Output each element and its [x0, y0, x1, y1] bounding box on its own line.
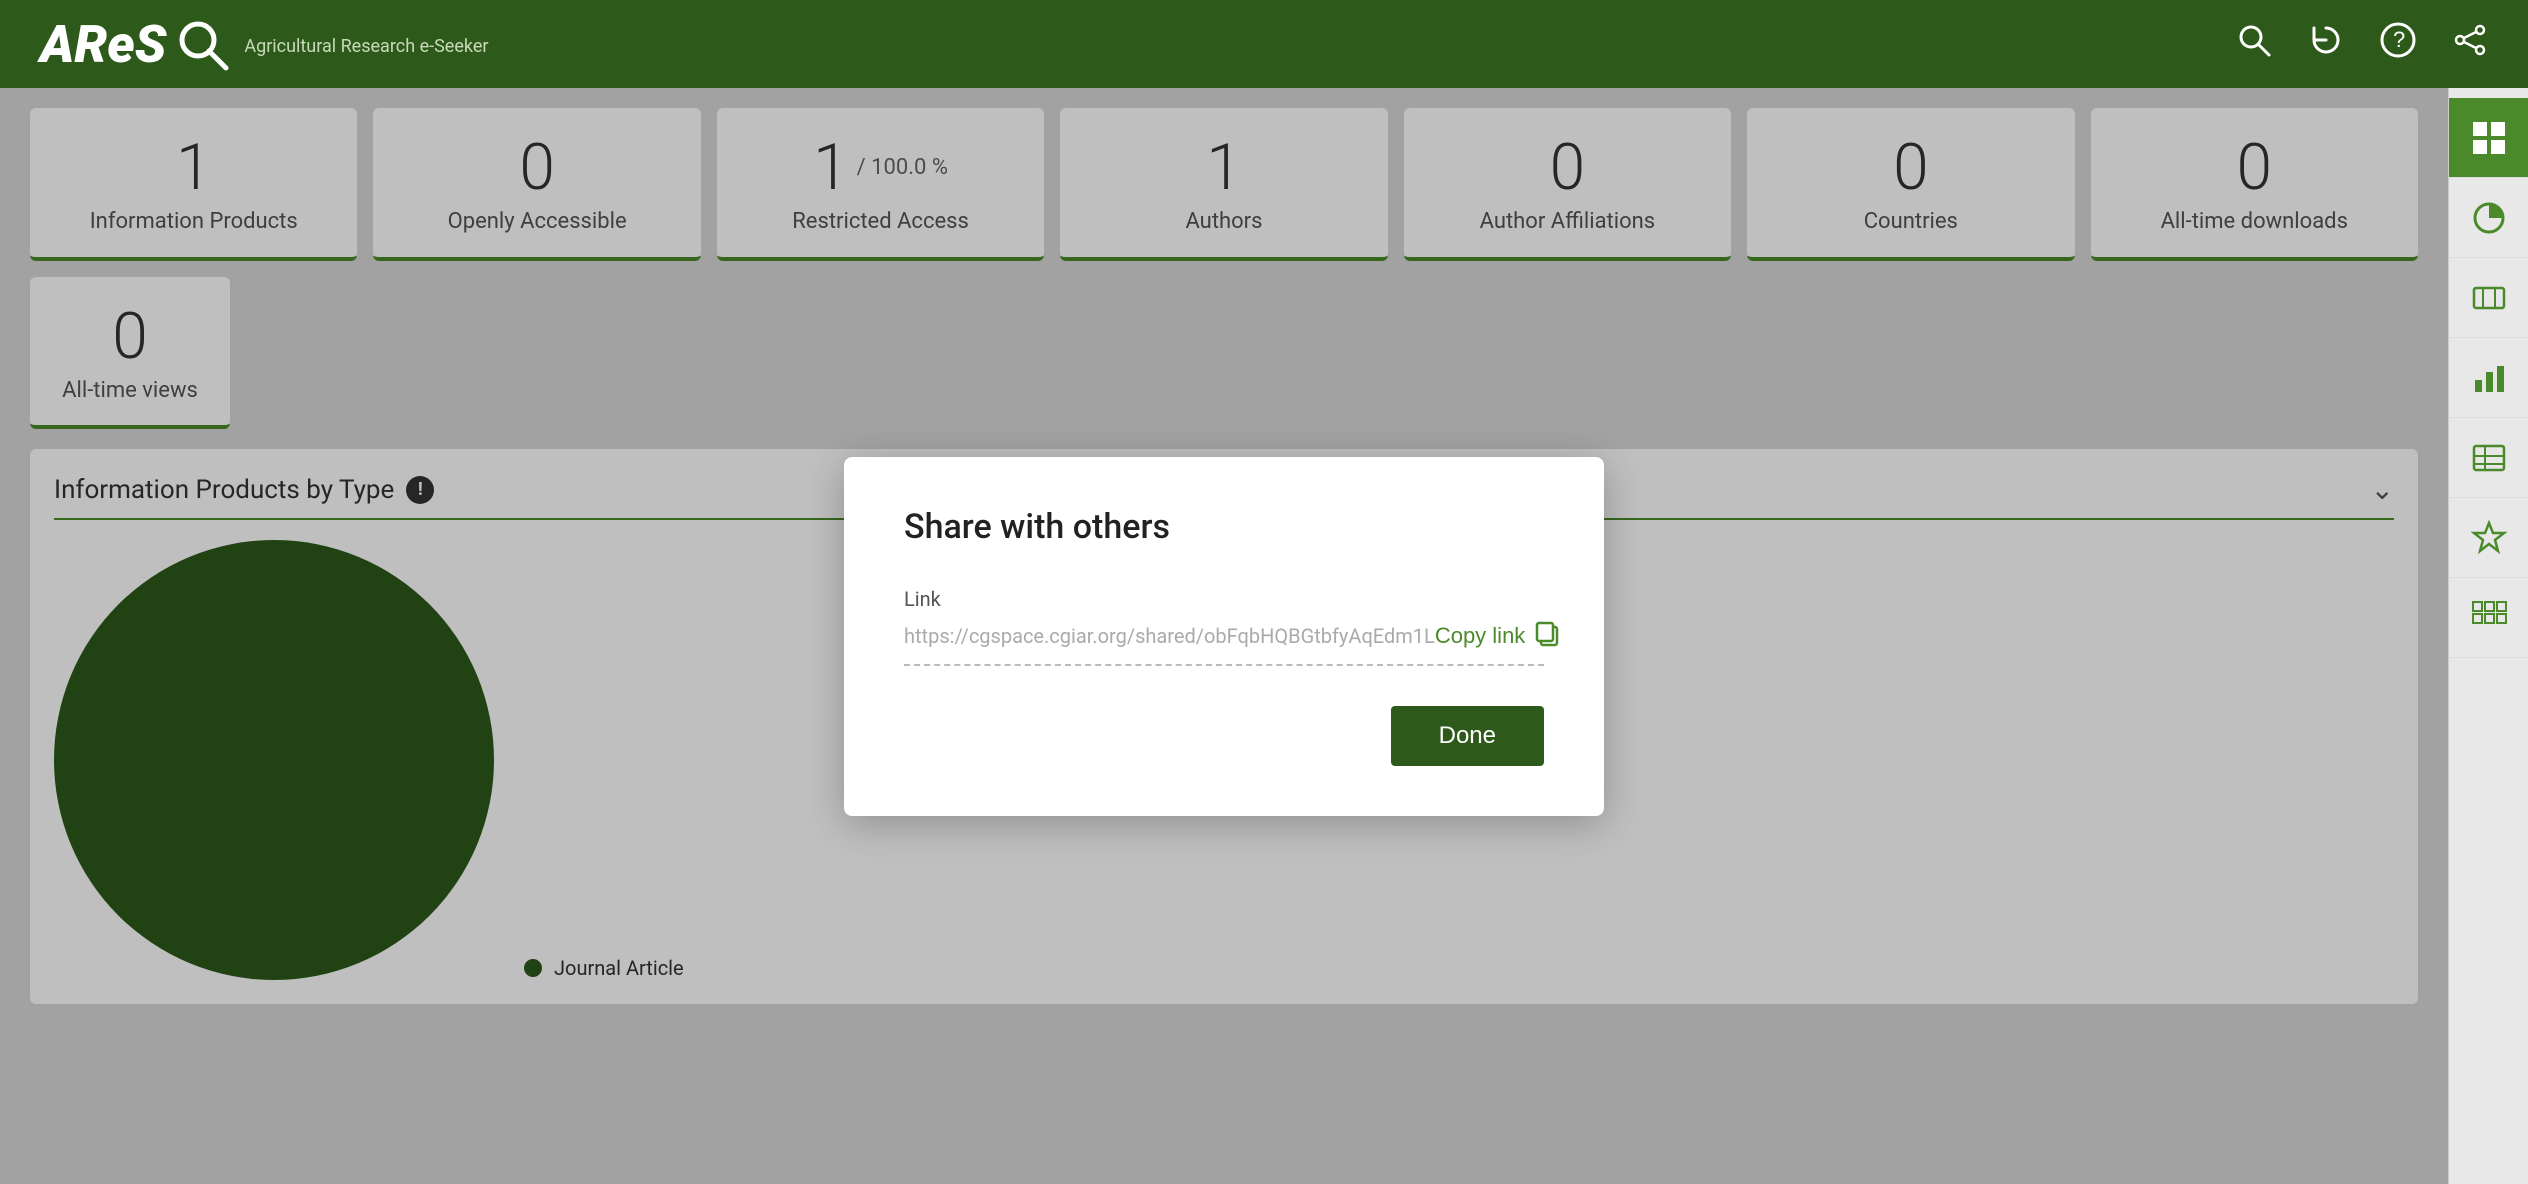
share-icon[interactable]: [2452, 22, 2488, 67]
modal-title: Share with others: [904, 507, 1544, 547]
search-icon[interactable]: [2236, 22, 2272, 67]
done-button[interactable]: Done: [1391, 706, 1544, 766]
refresh-icon[interactable]: [2308, 22, 2344, 67]
copy-icon: [1533, 619, 1561, 654]
sidebar-icon-grid2[interactable]: [2449, 578, 2528, 658]
sidebar-icon-map[interactable]: [2449, 258, 2528, 338]
app-subtitle: Agricultural Research e-Seeker: [244, 36, 488, 57]
logo-area: AReS Agricultural Research e-Seeker: [40, 12, 488, 76]
sidebar-icon-star[interactable]: [2449, 498, 2528, 578]
sidebar-icon-bar-chart[interactable]: [2449, 338, 2528, 418]
sidebar-icon-table[interactable]: [2449, 418, 2528, 498]
modal-link-row: https://cgspace.cgiar.org/shared/obFqbHQ…: [904, 619, 1544, 666]
header-icons: ?: [2236, 22, 2488, 67]
help-icon[interactable]: ?: [2380, 22, 2416, 67]
modal-footer: Done: [904, 706, 1544, 766]
logo-text: AReS: [40, 14, 166, 75]
copy-link-button[interactable]: Copy link: [1435, 619, 1561, 654]
logo-wrapper: AReS: [40, 12, 234, 76]
modal-overlay: Share with others Link https://cgspace.c…: [0, 88, 2448, 1184]
right-sidebar: [2448, 88, 2528, 1184]
copy-link-label: Copy link: [1435, 623, 1525, 649]
sidebar-icon-pie-chart[interactable]: [2449, 178, 2528, 258]
modal-link-value: https://cgspace.cgiar.org/shared/obFqbHQ…: [904, 624, 1435, 648]
share-modal: Share with others Link https://cgspace.c…: [844, 457, 1604, 816]
sidebar-icon-grid[interactable]: [2449, 98, 2528, 178]
logo-icon: [170, 12, 234, 76]
modal-link-label: Link: [904, 587, 1544, 611]
svg-text:?: ?: [2393, 27, 2405, 52]
header: AReS Agricultural Research e-Seeker ?: [0, 0, 2528, 88]
